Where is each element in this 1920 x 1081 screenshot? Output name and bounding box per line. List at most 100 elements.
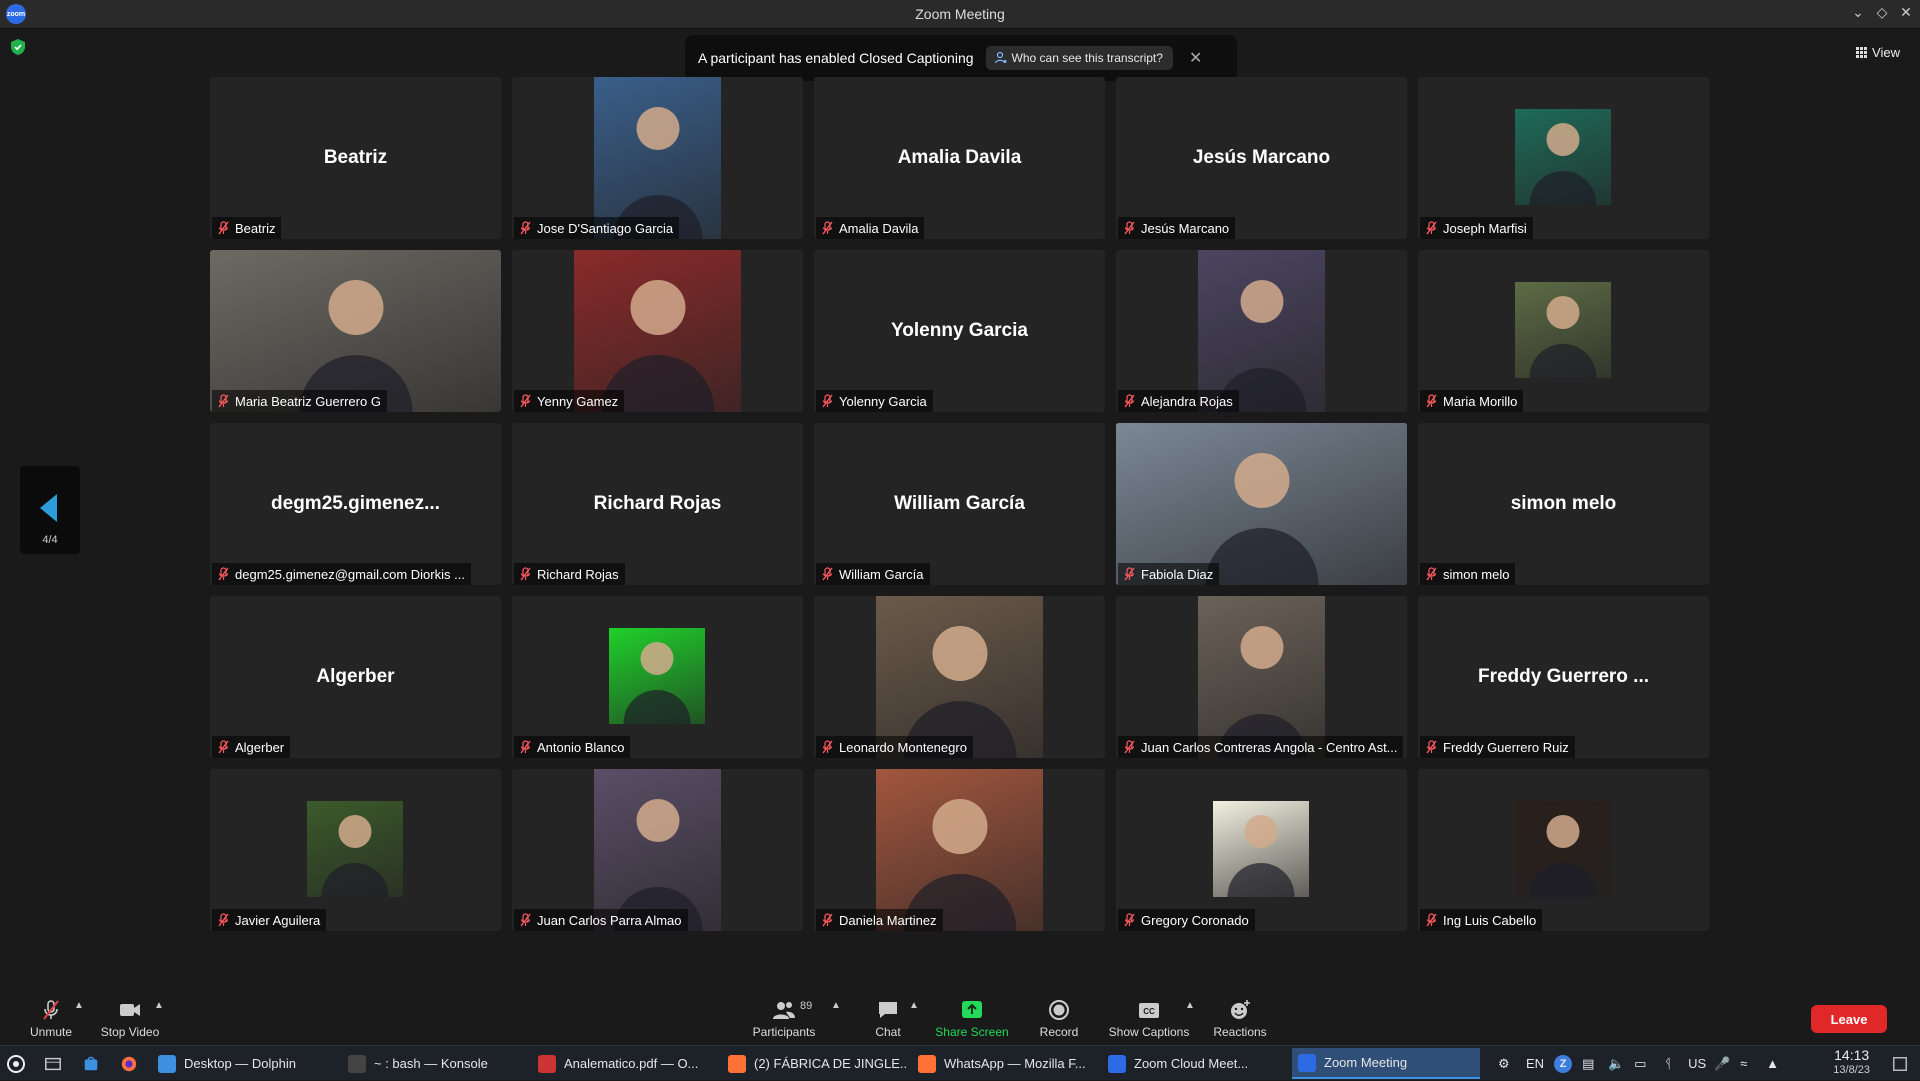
participant-tile[interactable]: Juan Carlos Parra Almao <box>512 769 803 931</box>
participant-body <box>1529 344 1597 378</box>
participant-tile[interactable]: Maria Beatriz Guerrero G <box>210 250 501 412</box>
captions-caret-icon[interactable]: ▲ <box>1185 1000 1195 1011</box>
share-screen-button[interactable]: Share Screen <box>930 990 1014 1045</box>
participant-tile[interactable]: Alejandra Rojas <box>1116 250 1407 412</box>
banner-close-icon[interactable]: ✕ <box>1189 48 1202 68</box>
mic-muted-icon <box>822 221 833 235</box>
reactions-button[interactable]: Reactions <box>1210 990 1270 1045</box>
participant-tile[interactable]: Yenny Gamez <box>512 250 803 412</box>
tray-expand-icon[interactable]: ▲ <box>1766 1056 1780 1071</box>
meeting-toolbar: Unmute ▲ Stop Video ▲ Participants 89 ▲ … <box>0 990 1920 1045</box>
participant-face <box>1244 815 1278 848</box>
leave-button[interactable]: Leave <box>1811 1005 1887 1033</box>
participant-tile[interactable]: William García William García <box>814 423 1105 585</box>
participant-tile[interactable]: Algerber Algerber <box>210 596 501 758</box>
network-activity-icon[interactable]: ⚙ <box>1498 1056 1516 1072</box>
chat-button[interactable]: Chat <box>868 990 908 1045</box>
audio-options-caret-icon[interactable]: ▲ <box>74 1000 84 1011</box>
mic-muted-icon <box>822 394 833 408</box>
participant-tile[interactable]: degm25.gimenez... degm25.gimenez@gmail.co… <box>210 423 501 585</box>
mic-muted-icon <box>1124 740 1135 754</box>
participant-tile[interactable]: Freddy Guerrero ... Freddy Guerrero Ruiz <box>1418 596 1709 758</box>
show-desktop-icon[interactable] <box>44 1048 66 1079</box>
show-desktop-corner-icon[interactable] <box>1892 1048 1910 1079</box>
taskbar-window-button[interactable]: WhatsApp — Mozilla F... <box>912 1048 1097 1079</box>
taskbar-window-button[interactable]: Zoom Meeting <box>1292 1048 1480 1079</box>
participant-video <box>1515 282 1611 378</box>
store-icon[interactable] <box>82 1048 104 1079</box>
window-app-icon <box>1108 1054 1126 1073</box>
clock[interactable]: 14:13 13/8/23 <box>1833 1048 1870 1078</box>
taskbar-window-button[interactable]: (2) FÁBRICA DE JINGLE... <box>722 1048 907 1079</box>
minimize-icon[interactable]: ⌄ <box>1848 4 1868 21</box>
participant-tile[interactable]: Maria Morillo <box>1418 250 1709 412</box>
participant-name-label: Antonio Blanco <box>514 736 631 758</box>
security-shield-icon[interactable] <box>10 38 26 56</box>
participant-tile[interactable]: Juan Carlos Contreras Angola - Centro As… <box>1116 596 1407 758</box>
participant-tile[interactable]: Fabiola Diaz <box>1116 423 1407 585</box>
participant-name: Fabiola Diaz <box>1141 566 1214 582</box>
participant-tile[interactable]: simon melo simon melo <box>1418 423 1709 585</box>
firefox-icon[interactable] <box>120 1048 142 1079</box>
close-window-icon[interactable]: ✕ <box>1896 4 1916 21</box>
view-label: View <box>1872 44 1900 60</box>
participant-tile[interactable]: Jose D'Santiago Garcia <box>512 77 803 239</box>
who-can-see-transcript-button[interactable]: Who can see this transcript? <box>985 46 1173 70</box>
participant-tile[interactable]: Yolenny Garcia Yolenny Garcia <box>814 250 1105 412</box>
battery-icon[interactable]: ▭ <box>1634 1056 1656 1072</box>
record-button[interactable]: Record <box>1034 990 1084 1045</box>
participants-caret-icon[interactable]: ▲ <box>831 1000 841 1011</box>
show-captions-label: Show Captions <box>1108 1025 1190 1039</box>
video-options-caret-icon[interactable]: ▲ <box>154 1000 164 1011</box>
participant-name: Alejandra Rojas <box>1141 393 1233 409</box>
participant-face <box>630 280 685 335</box>
volume-icon[interactable]: 🔈 <box>1608 1056 1626 1072</box>
participant-video <box>574 250 741 412</box>
chat-caret-icon[interactable]: ▲ <box>909 1000 919 1011</box>
participant-name-label: Maria Beatriz Guerrero G <box>212 390 387 412</box>
restore-icon[interactable]: ◇ <box>1872 4 1892 21</box>
participant-tile[interactable]: Javier Aguilera <box>210 769 501 931</box>
input-language[interactable]: EN <box>1526 1056 1544 1071</box>
participant-tile[interactable]: Antonio Blanco <box>512 596 803 758</box>
stop-video-button[interactable]: Stop Video <box>96 990 164 1045</box>
taskbar-window-label: Desktop — Dolphin <box>184 1056 296 1071</box>
participant-name: Maria Morillo <box>1443 393 1518 409</box>
participant-tile[interactable]: Beatriz Beatriz <box>210 77 501 239</box>
unmute-button[interactable]: Unmute <box>22 990 80 1045</box>
keyboard-layout[interactable]: US <box>1688 1056 1706 1071</box>
participants-button[interactable]: Participants <box>748 990 820 1045</box>
previous-page-button[interactable]: 4/4 <box>20 466 80 554</box>
app-launcher-icon[interactable] <box>6 1048 30 1079</box>
share-screen-icon <box>962 1001 982 1018</box>
unmute-label: Unmute <box>29 1025 73 1039</box>
taskbar-window-button[interactable]: Analematico.pdf — O... <box>532 1048 717 1079</box>
participant-display-name: Algerber <box>316 666 395 687</box>
participant-name-label: Leonardo Montenegro <box>816 736 973 758</box>
view-button[interactable]: View <box>1856 41 1900 63</box>
participant-tile[interactable]: Jesús Marcano Jesús Marcano <box>1116 77 1407 239</box>
participant-tile[interactable]: Daniela Martinez <box>814 769 1105 931</box>
participant-tile[interactable]: Leonardo Montenegro <box>814 596 1105 758</box>
wifi-icon[interactable]: ≈ <box>1740 1056 1758 1071</box>
participant-tile[interactable]: Joseph Marfisi <box>1418 77 1709 239</box>
participant-tile[interactable]: Gregory Coronado <box>1116 769 1407 931</box>
taskbar-window-label: (2) FÁBRICA DE JINGLE... <box>754 1056 907 1071</box>
taskbar-window-button[interactable]: Desktop — Dolphin <box>152 1048 337 1079</box>
system-tray: ⚙ EN Z ▤ 🔈 ▭ ᛩ US 🎤 ≈ ▲ <box>1498 1046 1780 1081</box>
mic-muted-icon <box>218 913 229 927</box>
participant-tile[interactable]: Ing Luis Cabello <box>1418 769 1709 931</box>
taskbar-window-button[interactable]: Zoom Cloud Meet... <box>1102 1048 1282 1079</box>
show-captions-button[interactable]: CC Show Captions <box>1104 990 1194 1045</box>
bluetooth-icon[interactable]: ᛩ <box>1664 1056 1680 1071</box>
microphone-tray-icon[interactable]: 🎤 <box>1714 1056 1732 1072</box>
mic-muted-icon <box>218 567 229 581</box>
participant-tile[interactable]: Amalia Davila Amalia Davila <box>814 77 1105 239</box>
participant-name-label: William García <box>816 563 930 585</box>
clipboard-icon[interactable]: ▤ <box>1582 1056 1600 1072</box>
taskbar-window-button[interactable]: ~ : bash — Konsole <box>342 1048 527 1079</box>
participant-video <box>609 628 705 724</box>
zoom-tray-icon[interactable]: Z <box>1554 1054 1573 1073</box>
cc-glyph: CC <box>1143 1007 1155 1016</box>
participant-tile[interactable]: Richard Rojas Richard Rojas <box>512 423 803 585</box>
